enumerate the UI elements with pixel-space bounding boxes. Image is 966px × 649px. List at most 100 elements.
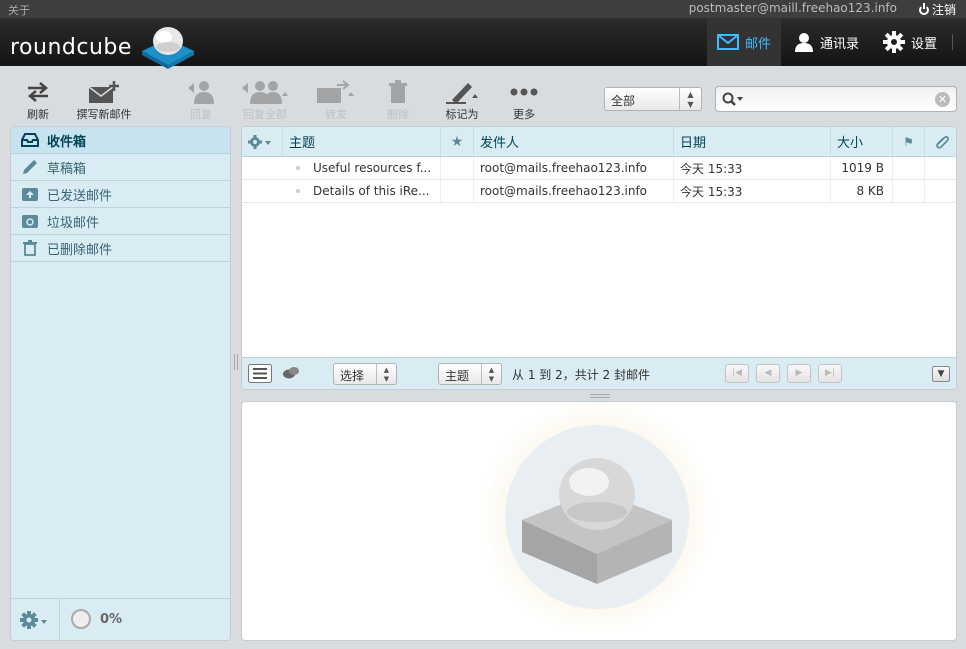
task-settings-label: 设置 bbox=[911, 36, 938, 52]
inbox-icon bbox=[21, 132, 39, 148]
column-subject-label: 主题 bbox=[289, 136, 316, 151]
select-menu[interactable]: 选择 ▲ ▼ bbox=[333, 363, 397, 385]
footer-divider bbox=[59, 599, 60, 640]
task-mail[interactable]: 邮件 bbox=[707, 18, 781, 66]
forward-button[interactable]: 转发 bbox=[314, 78, 358, 122]
message-date: 今天 15:33 bbox=[673, 157, 830, 179]
logout-label: 注销 bbox=[931, 3, 956, 17]
about-link[interactable]: 关于 bbox=[8, 2, 30, 18]
task-contacts[interactable]: 通讯录 bbox=[794, 18, 868, 66]
compose-button[interactable]: 撰写新邮件 bbox=[72, 78, 136, 122]
delete-button[interactable]: 删除 bbox=[384, 78, 412, 122]
reply-icon bbox=[188, 81, 214, 104]
gear-icon bbox=[20, 611, 47, 629]
message-preview bbox=[241, 401, 957, 641]
refresh-icon bbox=[28, 82, 48, 102]
last-page-button[interactable]: ▶| bbox=[818, 364, 842, 383]
message-list: 主题 ★ 发件人 日期 大小 ⚑ Useful resources f... r… bbox=[241, 126, 957, 390]
star-icon: ★ bbox=[450, 133, 464, 150]
reply-button[interactable]: 回复 bbox=[183, 78, 219, 122]
message-attachment-status bbox=[924, 157, 956, 179]
quota-display: 0% bbox=[71, 609, 122, 629]
folder-inbox[interactable]: 收件箱 bbox=[11, 127, 230, 154]
quota-value: 0% bbox=[100, 611, 123, 627]
message-size: 8 KB bbox=[830, 180, 892, 202]
message-list-header: 主题 ★ 发件人 日期 大小 ⚑ bbox=[242, 127, 956, 157]
vertical-splitter[interactable] bbox=[234, 354, 238, 370]
column-from[interactable]: 发件人 bbox=[473, 127, 673, 156]
clear-search-icon[interactable]: ✕ bbox=[935, 92, 950, 107]
column-size[interactable]: 大小 bbox=[830, 127, 892, 156]
select-menu-label: 选择 bbox=[340, 369, 365, 383]
folder-actions-button[interactable] bbox=[19, 609, 49, 634]
folder-label: 垃圾邮件 bbox=[47, 215, 100, 231]
toggle-preview-button[interactable]: ▼ bbox=[932, 366, 950, 382]
gear-icon bbox=[248, 134, 271, 149]
threads-menu[interactable]: 主题 ▲ ▼ bbox=[438, 363, 502, 385]
message-flag-cell[interactable] bbox=[440, 157, 473, 179]
compose-icon bbox=[88, 81, 119, 103]
more-label: 更多 bbox=[513, 108, 535, 121]
person-icon bbox=[795, 33, 813, 52]
next-page-button[interactable]: ▶ bbox=[787, 364, 811, 383]
message-flag-cell[interactable] bbox=[440, 180, 473, 202]
logout-button[interactable]: 注销 bbox=[918, 1, 956, 18]
folder-junk[interactable]: 垃圾邮件 bbox=[11, 208, 230, 235]
column-subject[interactable]: 主题 bbox=[282, 127, 440, 156]
forward-label: 转发 bbox=[325, 108, 347, 121]
pencil-icon bbox=[21, 159, 39, 175]
message-flag-status[interactable] bbox=[892, 157, 924, 179]
envelope-icon bbox=[716, 34, 739, 50]
message-flag-status[interactable] bbox=[892, 180, 924, 202]
horizontal-splitter[interactable] bbox=[590, 394, 610, 398]
quick-filter-select[interactable]: 全部 ▲ ▼ bbox=[604, 87, 702, 111]
power-icon bbox=[918, 3, 929, 15]
message-subject: Details of this iRe... bbox=[313, 184, 430, 198]
list-view-button[interactable] bbox=[248, 364, 272, 386]
table-row[interactable]: Details of this iRe... root@mails.freeha… bbox=[242, 180, 956, 203]
task-contacts-label: 通讯录 bbox=[820, 36, 860, 52]
reply-all-icon bbox=[242, 81, 288, 104]
roundcube-logo-icon bbox=[142, 27, 194, 69]
column-flag-star[interactable]: ★ bbox=[440, 127, 473, 156]
reply-all-label: 回复全部 bbox=[243, 108, 287, 121]
list-options-button[interactable] bbox=[242, 127, 282, 156]
forward-icon bbox=[317, 80, 354, 103]
column-from-label: 发件人 bbox=[480, 136, 520, 151]
sent-icon bbox=[21, 186, 39, 202]
mark-label: 标记为 bbox=[445, 108, 479, 121]
message-from: root@mails.freehao123.info bbox=[473, 180, 673, 202]
table-row[interactable]: Useful resources f... root@mails.freehao… bbox=[242, 157, 956, 180]
column-flag[interactable]: ⚑ bbox=[892, 127, 924, 156]
folder-trash[interactable]: 已删除邮件 bbox=[11, 235, 230, 262]
next-page-icon: ▶ bbox=[795, 368, 803, 378]
reply-all-button[interactable]: 回复全部 bbox=[236, 78, 294, 122]
quick-filter-value: 全部 bbox=[611, 94, 636, 108]
more-button[interactable]: 更多 bbox=[508, 78, 540, 122]
message-from: root@mails.freehao123.info bbox=[473, 157, 673, 179]
message-count: 从 1 到 2，共计 2 封邮件 bbox=[512, 368, 650, 382]
task-mail-label: 邮件 bbox=[744, 36, 771, 52]
folder-label: 收件箱 bbox=[47, 134, 87, 150]
folder-sent[interactable]: 已发送邮件 bbox=[11, 181, 230, 208]
previous-page-button[interactable]: ◀ bbox=[756, 364, 780, 383]
search-input[interactable]: ✕ bbox=[715, 86, 957, 112]
refresh-button[interactable]: 刷新 bbox=[22, 78, 54, 122]
message-subject: Useful resources f... bbox=[313, 161, 432, 175]
mark-button[interactable]: 标记为 bbox=[440, 78, 484, 122]
task-settings[interactable]: 设置 bbox=[883, 18, 945, 66]
first-page-button[interactable]: |◀ bbox=[725, 364, 749, 383]
trash-icon bbox=[389, 80, 407, 103]
threads-view-button[interactable] bbox=[282, 366, 300, 383]
column-date[interactable]: 日期 bbox=[673, 127, 830, 156]
first-page-icon: |◀ bbox=[732, 368, 742, 378]
logo-text: roundcube bbox=[10, 35, 132, 60]
column-size-label: 大小 bbox=[837, 136, 864, 151]
toolbar: 刷新 撰写新邮件 回复 回复全部 转发 删除 标记为 更多 全部 ▲ ▼ ✕ bbox=[0, 66, 966, 122]
folder-drafts[interactable]: 草稿箱 bbox=[11, 154, 230, 181]
search-icon bbox=[722, 92, 743, 106]
compose-label: 撰写新邮件 bbox=[76, 108, 132, 121]
column-attachment[interactable] bbox=[924, 127, 956, 156]
select-arrows-icon: ▲ ▼ bbox=[376, 364, 396, 384]
select-arrows-icon: ▲ ▼ bbox=[481, 364, 501, 384]
